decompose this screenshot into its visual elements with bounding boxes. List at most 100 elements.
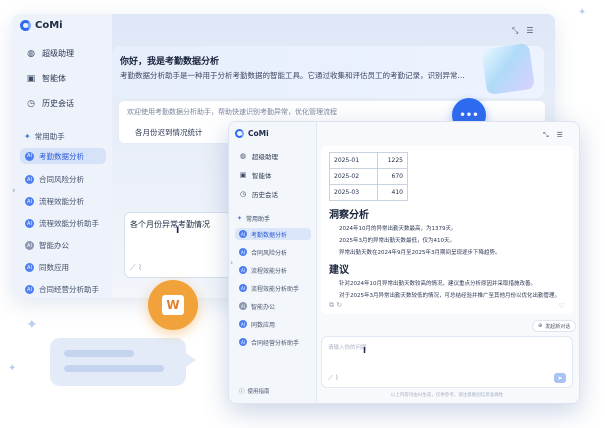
assistant-item[interactable]: AI 流程效能分析: [235, 264, 311, 276]
dislike-icon[interactable]: ♡: [559, 302, 565, 310]
suggestion-chip[interactable]: 各月份迟到情况统计: [135, 127, 203, 138]
comi-logo-icon: [235, 129, 244, 138]
assistant-avatar-icon: AI: [25, 197, 34, 206]
chat-icon: ◍: [27, 48, 35, 59]
refresh-icon[interactable]: ↻: [336, 301, 342, 309]
input-tools: ⟋ ⌇: [328, 374, 339, 383]
welcome-text: 欢迎使用考勤数据分析助手，帮助快速识别考勤异常，优化管理流程: [127, 108, 337, 116]
advice-line: 针对2024年10月异常出勤天数较高的情况，建议重点分析原因并采取措施改善。: [339, 281, 536, 287]
assistant-avatar-icon: AI: [239, 302, 247, 310]
shrink-icon[interactable]: ⤡: [512, 26, 518, 36]
insight-line: 2024年10月的异常出勤天数最高，为1379天。: [339, 226, 457, 232]
assistant-item[interactable]: AI 考勤数据分析: [20, 148, 106, 164]
magic-wand-icon[interactable]: ⟋: [130, 263, 136, 272]
sparkle-icon: ✦: [26, 317, 38, 333]
assistant-avatar-icon: AI: [25, 151, 34, 161]
advice-line: 对于2025年3月异常出勤天数较低的情况，可总结经验并推广至其他月份以优化出勤管…: [339, 293, 560, 299]
assistant-item[interactable]: AI 同数应用: [25, 262, 69, 273]
assistant-item[interactable]: AI 智能办公: [25, 240, 69, 251]
chat-input-placeholder: 请输入你的问题: [328, 345, 367, 351]
assistant-item[interactable]: AI 合同风险分析: [235, 246, 311, 258]
send-button[interactable]: ➤: [554, 373, 566, 383]
brand-name: CoMi: [35, 20, 63, 31]
assistant-item[interactable]: AI 合同风险分析: [25, 174, 84, 185]
table-row: 2025-02 670: [329, 168, 408, 185]
nav-super-assistant[interactable]: ◍ 超级助理: [26, 48, 74, 59]
table-row: 2025-01 1225: [329, 152, 408, 169]
answer-card: 2025-01 1225 2025-02 670 2025-03 410 洞察分…: [321, 146, 573, 314]
magic-wand-icon[interactable]: ⟋: [328, 374, 333, 382]
assistant-avatar-icon: AI: [25, 241, 34, 250]
assistant-avatar-icon: AI: [25, 285, 34, 294]
chat-bubble-decoration: [50, 338, 196, 386]
text-cursor-icon: I: [363, 346, 366, 355]
insight-heading: 洞察分析: [329, 210, 369, 221]
front-chat-input[interactable]: 请输入你的问题 ⟋ ⌇ ➤: [321, 336, 573, 388]
assistant-avatar-icon: AI: [25, 175, 34, 184]
attach-icon[interactable]: ⌇: [335, 374, 338, 382]
assistant-item[interactable]: AI 合同经营分析助手: [235, 336, 311, 348]
hero-description: 考勤数据分析助手是一种用于分析考勤数据的智能工具。它通过收集和评估员工的考勤记录…: [120, 71, 465, 80]
help-guide-link[interactable]: ⓘ 使用指南: [239, 387, 270, 395]
back-chat-input[interactable]: 各个月份异常考勤情况 ⟋ ⌇: [124, 212, 232, 278]
shrink-icon[interactable]: ⤡: [543, 131, 549, 140]
new-chat-button[interactable]: ⊕ 发起新对话: [532, 320, 577, 332]
help-icon: ⓘ: [239, 389, 245, 395]
assistant-item[interactable]: AI 流程效能分析: [25, 196, 84, 207]
brand-name: CoMi: [248, 129, 269, 138]
robot-icon: ▣: [239, 171, 247, 179]
sidebar-collapse-icon[interactable]: ›: [230, 258, 233, 267]
copy-icon[interactable]: ⧉: [329, 301, 334, 309]
assistant-item[interactable]: AI 流程效能分析助手: [25, 218, 99, 229]
nav-agents[interactable]: ▣ 智能体: [26, 73, 66, 84]
ai-disclaimer: 以上内容均由AI生成，仅供参考，请注意甄别信息准确性: [390, 393, 504, 398]
comi-logo-icon: [20, 20, 31, 31]
table-row: 2025-03 410: [329, 184, 408, 201]
star-icon: ✦: [24, 132, 31, 141]
marketing-illustration: ✦ ✦ ✦ CoMi ⤡ ☰ ◍ 超级助理 ▣ 智能体 ◷ 历史会话 ✦ 常用助…: [0, 0, 605, 428]
cube-illustration: [481, 42, 535, 96]
assistant-item[interactable]: AI 流程效能分析助手: [235, 282, 311, 294]
front-logo: CoMi: [235, 129, 269, 138]
chat-input-value[interactable]: 各个月份异常考勤情况: [130, 219, 210, 230]
nav-super-assistant[interactable]: ◍ 超级助理: [239, 151, 278, 161]
assistant-avatar-icon: AI: [25, 219, 34, 228]
assistant-avatar-icon: AI: [239, 248, 247, 256]
advice-heading: 建议: [329, 265, 349, 276]
section-common-assistants: ✦ 常用助手: [24, 132, 65, 141]
panel-toggle-icon[interactable]: ☰: [526, 26, 533, 36]
insight-line: 2025年3月的异常出勤天数最低，仅为410天。: [339, 238, 455, 244]
assistant-avatar-icon: AI: [25, 263, 34, 272]
front-window-controls: ⤡ ☰: [543, 131, 563, 140]
nav-history[interactable]: ◷ 历史会话: [26, 98, 74, 109]
chat-icon: ◍: [239, 152, 247, 160]
history-icon: ◷: [27, 98, 35, 109]
front-sidebar: CoMi ◍ 超级助理 ▣ 智能体 ◷ 历史会话 ✦ 常用助手 AI 考勤数据分…: [229, 122, 317, 403]
sidebar-collapse-icon[interactable]: ›: [12, 186, 16, 196]
assistant-avatar-icon: AI: [239, 266, 247, 274]
assistant-avatar-icon: AI: [239, 320, 247, 328]
assistant-hero-card: 你好，我是考勤数据分析 考勤数据分析助手是一种用于分析考勤数据的智能工具。它通过…: [112, 46, 544, 98]
insight-line: 异常出勤天数在2024年9月至2025年3月期间呈现逐步下降趋势。: [339, 250, 501, 256]
assistant-item[interactable]: AI 智能办公: [235, 300, 311, 312]
assistant-avatar-icon: AI: [239, 338, 247, 346]
assistant-item[interactable]: AI 合同经营分析助手: [25, 284, 99, 295]
answer-tools: ⧉ ↻: [329, 301, 342, 310]
word-icon: W: [162, 295, 184, 315]
nav-history[interactable]: ◷ 历史会话: [239, 189, 278, 199]
back-logo: CoMi: [20, 20, 63, 31]
sparkle-icon: ✦: [578, 7, 587, 18]
assistant-item[interactable]: AI 考勤数据分析: [235, 228, 311, 240]
robot-icon: ▣: [26, 73, 36, 84]
front-app-window: CoMi ◍ 超级助理 ▣ 智能体 ◷ 历史会话 ✦ 常用助手 AI 考勤数据分…: [228, 121, 580, 404]
panel-toggle-icon[interactable]: ☰: [557, 131, 563, 140]
attach-icon[interactable]: ⌇: [138, 263, 142, 272]
hero-title: 你好，我是考勤数据分析: [120, 57, 220, 67]
word-document-badge: W: [148, 280, 198, 330]
new-chat-icon: ⊕: [538, 323, 543, 329]
text-cursor-icon: I: [176, 226, 180, 236]
star-icon: ✦: [237, 215, 243, 222]
nav-agents[interactable]: ▣ 智能体: [239, 170, 272, 180]
attendance-table: 2025-01 1225 2025-02 670 2025-03 410: [329, 152, 408, 201]
assistant-item[interactable]: AI 同数应用: [235, 318, 311, 330]
